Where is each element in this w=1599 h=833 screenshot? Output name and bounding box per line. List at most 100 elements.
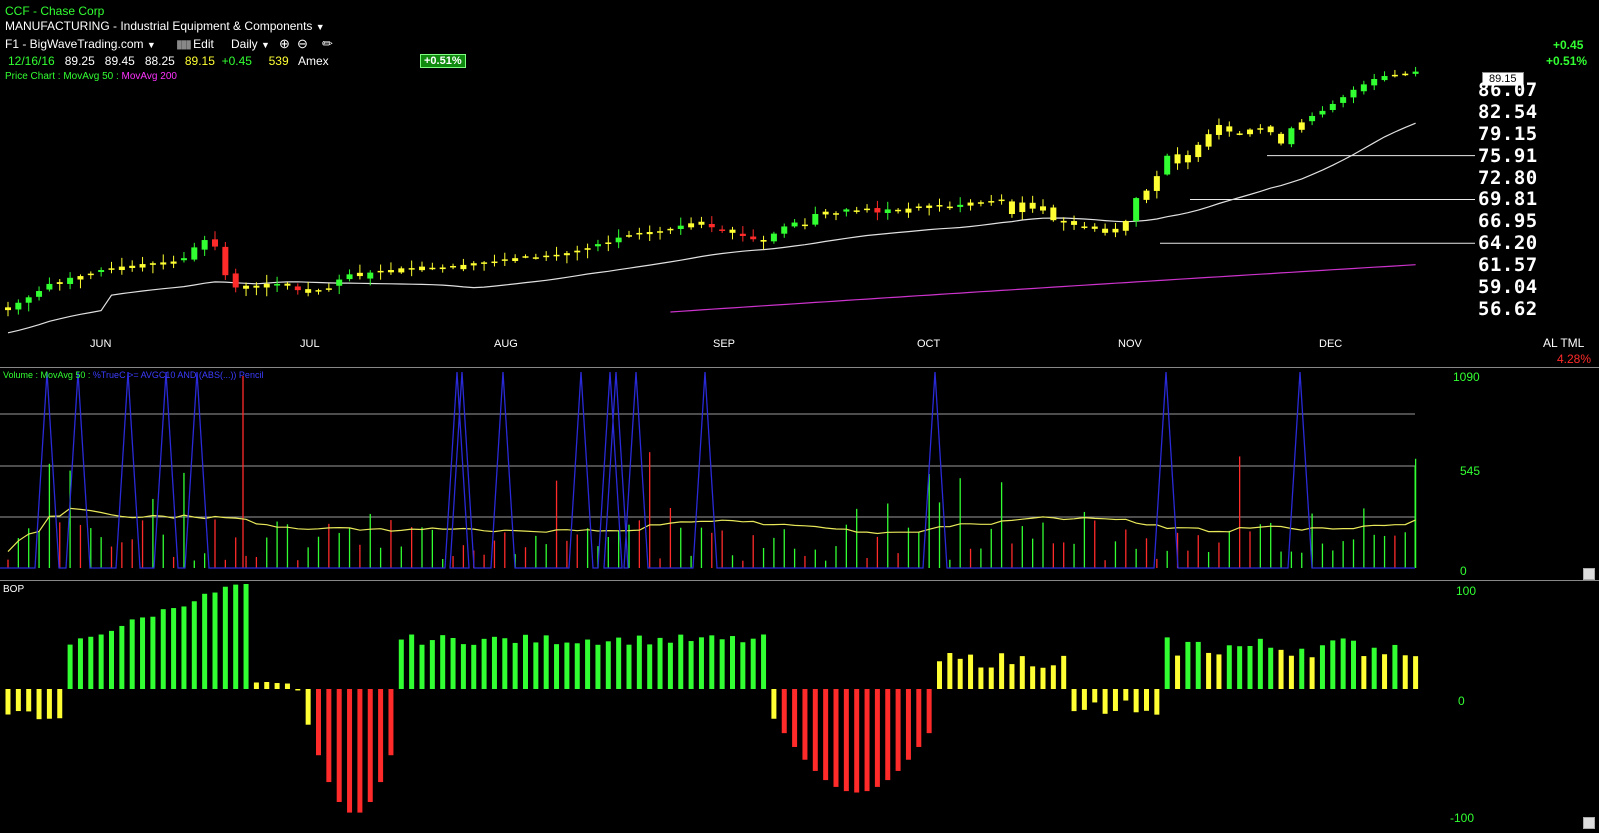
bop-bar — [968, 654, 974, 689]
bop-bar — [626, 644, 632, 689]
price-axis-label: 56.62 — [1478, 298, 1538, 320]
candle-body — [750, 236, 757, 240]
bop-bar — [554, 644, 560, 689]
candle-body — [470, 263, 477, 266]
candle-body — [160, 262, 167, 265]
bop-bar — [140, 617, 146, 689]
bop-bar — [1288, 655, 1294, 689]
bop-bar — [1247, 645, 1253, 689]
bop-bar — [378, 689, 384, 783]
candle-body — [822, 211, 829, 215]
candle-body — [1298, 122, 1305, 130]
candle-body — [1319, 110, 1326, 115]
bop-bar — [450, 637, 456, 689]
candle-body — [874, 208, 881, 213]
candle-body — [336, 279, 343, 286]
candle-body — [46, 283, 53, 290]
bop-bar — [491, 636, 497, 689]
bop-bar — [1206, 652, 1212, 689]
bop-bar — [1092, 689, 1098, 703]
candle-body — [770, 233, 777, 242]
month-label: JUN — [90, 338, 112, 350]
volume-panel-toggle[interactable] — [1583, 568, 1595, 580]
bop-bar — [1123, 689, 1129, 701]
volume-legend: Volume : MovAvg 50 : %TrueC >= AVGC10 AN… — [3, 370, 263, 380]
candle-body — [191, 247, 198, 260]
bop-bar — [1030, 666, 1036, 689]
bop-bar — [781, 689, 787, 734]
candle-body — [791, 222, 798, 227]
candle-body — [481, 262, 488, 264]
candle-body — [263, 283, 270, 288]
candle-body — [1278, 133, 1285, 144]
candle-body — [1381, 76, 1388, 81]
candle-body — [129, 265, 136, 268]
bop-bar — [243, 584, 249, 689]
chart-canvas[interactable] — [0, 0, 1599, 833]
bop-bar — [833, 689, 839, 787]
bop-bar — [957, 658, 963, 689]
candle-body — [781, 226, 788, 234]
candle-body — [998, 199, 1005, 202]
bop-bar — [326, 689, 332, 783]
price-axis-label: 69.81 — [1478, 188, 1538, 211]
bop-bar — [523, 634, 528, 689]
bop-bar — [1216, 654, 1222, 689]
volume-axis-min: 0 — [1460, 564, 1467, 578]
candle-body — [1091, 226, 1098, 229]
bop-bar — [191, 601, 197, 689]
panel-divider[interactable] — [0, 580, 1599, 581]
bop-bar — [171, 608, 177, 689]
bop-bar — [1361, 656, 1367, 689]
altml-toggle[interactable]: AL TML — [1543, 336, 1584, 350]
price-axis-label: 59.04 — [1478, 276, 1538, 299]
pc-legend: %TrueC >= AVGC10 AND (ABS(...)) Pencil — [92, 370, 264, 380]
candle-body — [543, 255, 550, 258]
bop-bar — [419, 644, 425, 689]
candle-body — [884, 209, 891, 214]
candle-body — [367, 272, 374, 279]
candle-body — [1247, 129, 1253, 135]
candle-body — [1412, 71, 1419, 74]
candle-body — [1205, 134, 1212, 147]
candle-body — [1133, 198, 1140, 222]
bop-bar — [1268, 647, 1274, 689]
bop-bar — [471, 644, 477, 689]
bop-bar — [253, 682, 259, 689]
bop-label: BOP — [3, 584, 25, 595]
bop-bar — [88, 636, 94, 689]
bop-bar — [129, 619, 135, 689]
candle-body — [977, 202, 984, 204]
candle-body — [667, 228, 674, 231]
candle-body — [988, 201, 995, 203]
bop-bar — [740, 642, 746, 689]
candle-body — [377, 270, 384, 273]
bop-bar — [1309, 657, 1315, 689]
candle-body — [222, 246, 229, 276]
candle-body — [512, 258, 519, 262]
bop-axis-zero: 0 — [1458, 694, 1465, 708]
bop-bar — [1195, 641, 1201, 689]
candle-body — [584, 248, 591, 250]
bop-bar — [895, 689, 901, 771]
candle-body — [232, 273, 239, 288]
bop-bar — [616, 637, 622, 689]
bop-bar — [585, 639, 591, 689]
bop-bar — [978, 667, 984, 689]
bop-panel-toggle[interactable] — [1583, 817, 1595, 829]
bop-bar — [1112, 689, 1118, 711]
bop-bar — [605, 641, 611, 689]
candle-body — [729, 229, 736, 233]
candle-body — [853, 210, 860, 212]
candle-body — [1112, 228, 1119, 233]
bop-bar — [771, 689, 777, 719]
bop-bar — [595, 644, 601, 689]
candle-body — [812, 213, 819, 225]
candle-body — [1081, 226, 1088, 228]
candle-body — [708, 224, 715, 228]
bop-bar — [502, 638, 508, 689]
panel-divider[interactable] — [0, 367, 1599, 368]
candle-body — [170, 261, 177, 264]
price-axis-label: 75.91 — [1478, 144, 1538, 167]
candle-body — [677, 225, 684, 229]
